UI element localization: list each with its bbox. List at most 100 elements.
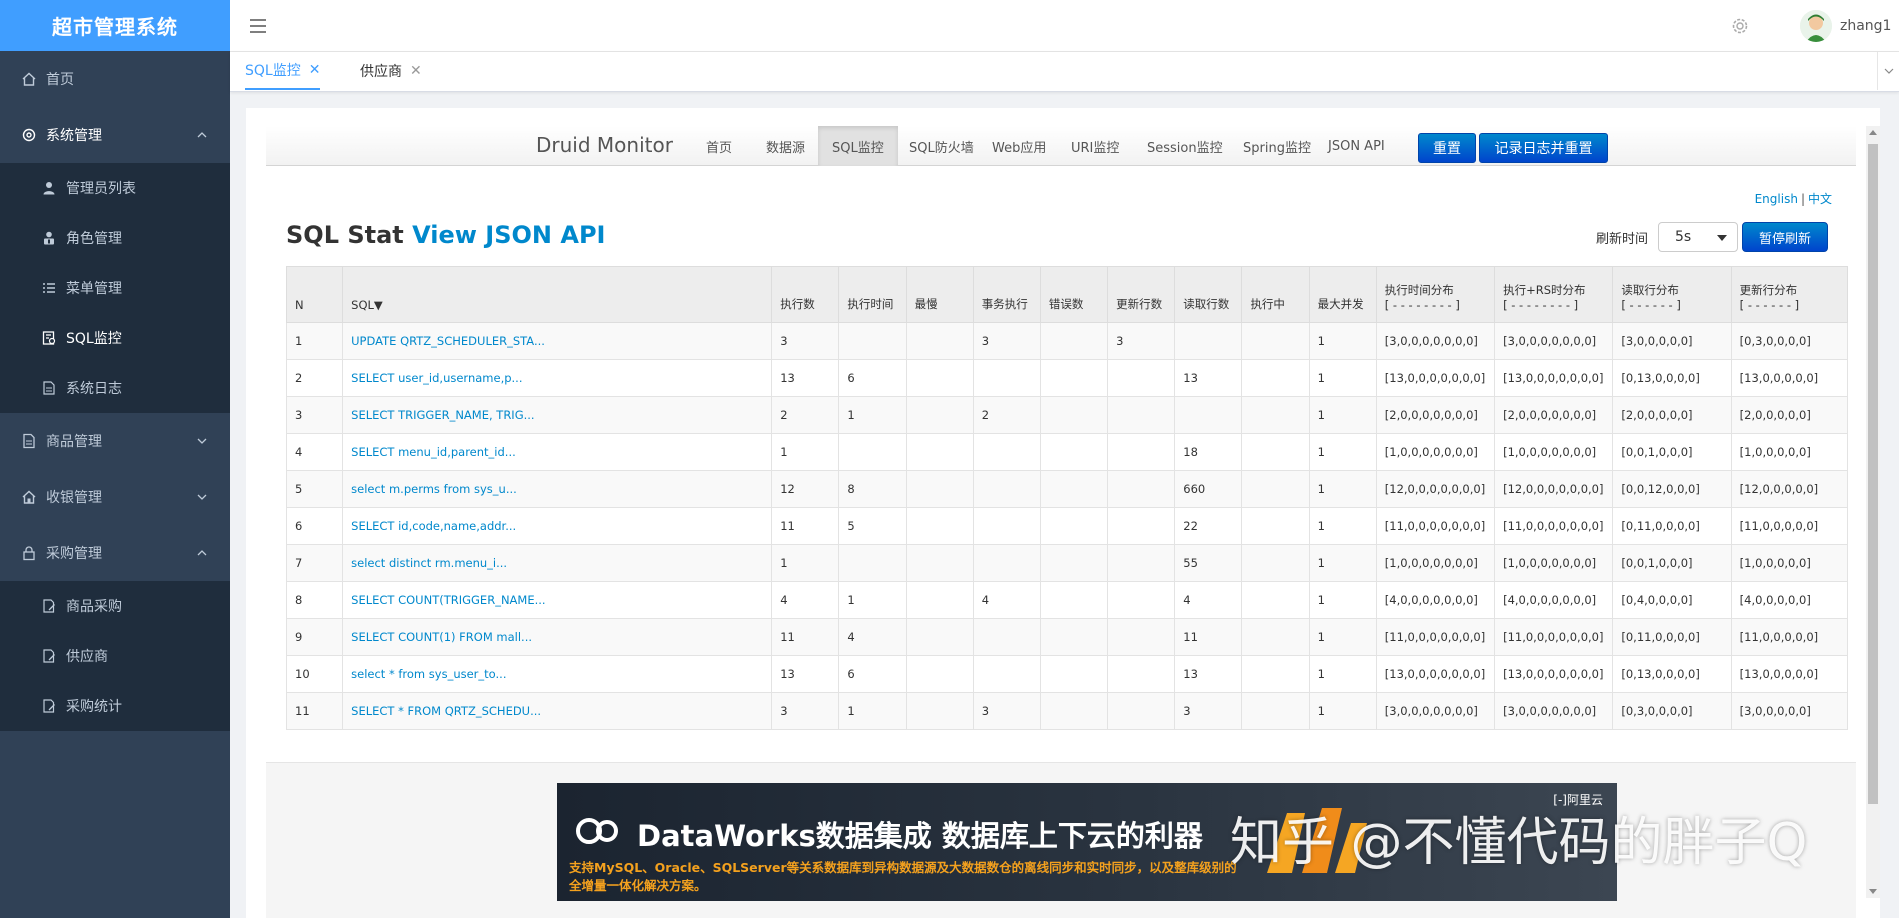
close-icon[interactable]: ✕ xyxy=(309,62,321,78)
druid-nav-wall[interactable]: SQL防火墙 xyxy=(895,126,988,166)
table-cell: [11,0,0,0,0,0] xyxy=(1730,507,1849,545)
table-cell: 13 xyxy=(771,655,840,693)
sidebar-item-home[interactable]: 首页 xyxy=(0,51,230,107)
druid-nav-session[interactable]: Session监控 xyxy=(1133,126,1237,166)
table-cell: 22 xyxy=(1174,507,1243,545)
settings-gear-icon[interactable] xyxy=(1730,16,1750,36)
table-cell: [1,0,0,0,0,0] xyxy=(1730,433,1849,471)
table-cell: [3,0,0,0,0,0] xyxy=(1730,692,1849,730)
druid-nav-spring[interactable]: Spring监控 xyxy=(1229,126,1325,166)
frame-scrollbar[interactable] xyxy=(1866,126,1880,898)
table-cell: [13,0,0,0,0,0] xyxy=(1730,359,1849,397)
scroll-up-icon[interactable] xyxy=(1869,130,1877,135)
sql-link[interactable]: SELECT menu_id,parent_id... xyxy=(342,433,773,471)
view-json-api-link[interactable]: View JSON API xyxy=(412,221,605,249)
pause-refresh-button[interactable]: 暂停刷新 xyxy=(1742,222,1828,252)
scroll-down-icon[interactable] xyxy=(1869,889,1877,894)
lang-chinese-link[interactable]: 中文 xyxy=(1808,192,1832,206)
submenu-purchase: 商品采购 供应商 采购统计 xyxy=(0,581,230,731)
druid-nav-datasource[interactable]: 数据源 xyxy=(752,126,819,166)
table-cell: [0,13,0,0,0,0] xyxy=(1612,359,1732,397)
table-cell xyxy=(905,359,974,397)
sidebar-item-role[interactable]: 角色管理 xyxy=(0,213,230,263)
sidebar-item-system-log[interactable]: 系统日志 xyxy=(0,363,230,413)
close-icon[interactable]: ✕ xyxy=(410,63,422,79)
column-header-label: 读取行数 xyxy=(1183,297,1230,311)
column-header[interactable]: N xyxy=(285,266,344,323)
table-cell: 6 xyxy=(285,507,344,545)
column-header[interactable]: 事务执行 xyxy=(972,266,1041,323)
table-cell xyxy=(972,544,1041,582)
sidebar-item-label: 首页 xyxy=(46,72,74,88)
column-header[interactable]: 执行数 xyxy=(771,266,840,323)
column-header[interactable]: 错误数 xyxy=(1039,266,1109,323)
lang-separator: | xyxy=(1800,192,1805,206)
sidebar-item-system[interactable]: 系统管理 xyxy=(0,107,230,163)
column-header[interactable]: 执行中 xyxy=(1241,266,1310,323)
username[interactable]: zhang1 xyxy=(1840,18,1891,34)
reset-button[interactable]: 重置 xyxy=(1418,133,1476,163)
druid-nav-web[interactable]: Web应用 xyxy=(978,126,1060,166)
druid-nav-json-api[interactable]: JSON API xyxy=(1314,126,1399,166)
sidebar-item-supplier[interactable]: 供应商 xyxy=(0,631,230,681)
sql-link[interactable]: select * from sys_user_to... xyxy=(342,655,773,693)
column-header[interactable]: 读取行数 xyxy=(1174,266,1243,323)
table-row: 3 SELECT TRIGGER_NAME, TRIG... 2 1 2 1 [2,0,0,… xyxy=(285,396,1849,434)
table-row: 7 select distinct rm.menu_i... 1 55 1 [1,0,0,… xyxy=(285,544,1849,582)
hamburger-icon[interactable] xyxy=(248,16,268,36)
sql-link[interactable]: SELECT TRIGGER_NAME, TRIG... xyxy=(342,396,773,434)
column-header-label: 最大并发 xyxy=(1317,297,1364,311)
sql-link[interactable]: SELECT user_id,username,p... xyxy=(342,359,773,397)
sidebar-item-sql-monitor[interactable]: SQL监控 xyxy=(0,313,230,363)
column-header[interactable]: 最慢 xyxy=(905,266,974,323)
tab-label: SQL监控 xyxy=(245,63,301,79)
app-title[interactable]: 超市管理系统 xyxy=(0,0,230,51)
sidebar-item-goods-purchase[interactable]: 商品采购 xyxy=(0,581,230,631)
lang-english-link[interactable]: English xyxy=(1755,192,1798,206)
sidebar-item-goods[interactable]: 商品管理 xyxy=(0,413,230,469)
tabs-dropdown[interactable] xyxy=(1877,52,1899,90)
sql-link[interactable]: SELECT COUNT(TRIGGER_NAME... xyxy=(342,581,773,619)
sql-link[interactable]: SELECT * FROM QRTZ_SCHEDU... xyxy=(342,692,773,730)
column-header[interactable]: 最大并发 xyxy=(1308,266,1377,323)
druid-brand[interactable]: Druid Monitor xyxy=(536,133,673,157)
sql-link[interactable]: SELECT id,code,name,addr... xyxy=(342,507,773,545)
sql-link[interactable]: select distinct rm.menu_i... xyxy=(342,544,773,582)
column-header[interactable]: 更新行数 xyxy=(1107,266,1176,323)
table-cell: [0,11,0,0,0,0] xyxy=(1612,507,1732,545)
watermark: 知乎 @不懂代码的胖子Q xyxy=(1230,813,1808,873)
column-header[interactable]: 执行时间 xyxy=(838,266,907,323)
column-header[interactable]: 执行时间分布[ - - - - - - - - ] xyxy=(1375,266,1496,323)
chevron-down-icon xyxy=(1884,68,1893,74)
druid-nav-home[interactable]: 首页 xyxy=(692,126,746,166)
log-and-reset-button[interactable]: 记录日志并重置 xyxy=(1479,133,1608,163)
sidebar-item-cashier[interactable]: 收银管理 xyxy=(0,469,230,525)
column-header[interactable]: 读取行分布[ - - - - - - ] xyxy=(1612,266,1732,323)
druid-nav-sql[interactable]: SQL监控 xyxy=(818,126,898,166)
sidebar-item-label: 采购管理 xyxy=(46,546,102,562)
sql-link[interactable]: select m.perms from sys_u... xyxy=(342,470,773,508)
column-header-label: 更新行数 xyxy=(1116,297,1163,311)
column-header[interactable]: 执行+RS时分布[ - - - - - - - - ] xyxy=(1494,266,1614,323)
column-header[interactable]: 更新行分布[ - - - - - - ] xyxy=(1730,266,1849,323)
sidebar-item-menu[interactable]: 菜单管理 xyxy=(0,263,230,313)
refresh-interval-select[interactable]: 5s xyxy=(1658,222,1738,252)
avatar[interactable] xyxy=(1800,10,1832,42)
druid-nav-uri[interactable]: URI监控 xyxy=(1057,126,1133,166)
sidebar-item-purchase-stats[interactable]: 采购统计 xyxy=(0,681,230,731)
scroll-thumb[interactable] xyxy=(1868,144,1878,804)
sidebar-item-admin-list[interactable]: 管理员列表 xyxy=(0,163,230,213)
table-cell: [3,0,0,0,0,0,0,0] xyxy=(1375,692,1496,730)
sql-link[interactable]: SELECT COUNT(1) FROM mall... xyxy=(342,618,773,656)
column-header[interactable]: SQL▼ xyxy=(342,266,773,323)
tab-sql-monitor[interactable]: SQL监控 ✕ xyxy=(245,52,321,90)
refresh-interval-value: 5s xyxy=(1675,229,1692,245)
sql-link[interactable]: UPDATE QRTZ_SCHEDULER_STA... xyxy=(342,322,773,360)
table-cell: [3,0,0,0,0,0] xyxy=(1612,322,1732,360)
table-cell: 1 xyxy=(1308,544,1377,582)
sidebar-item-purchase[interactable]: 采购管理 xyxy=(0,525,230,581)
column-header-label: 更新行分布 xyxy=(1739,283,1798,297)
table-cell: 3 xyxy=(285,396,344,434)
column-header-label: 事务执行 xyxy=(981,297,1028,311)
tab-supplier[interactable]: 供应商 ✕ xyxy=(360,52,422,90)
